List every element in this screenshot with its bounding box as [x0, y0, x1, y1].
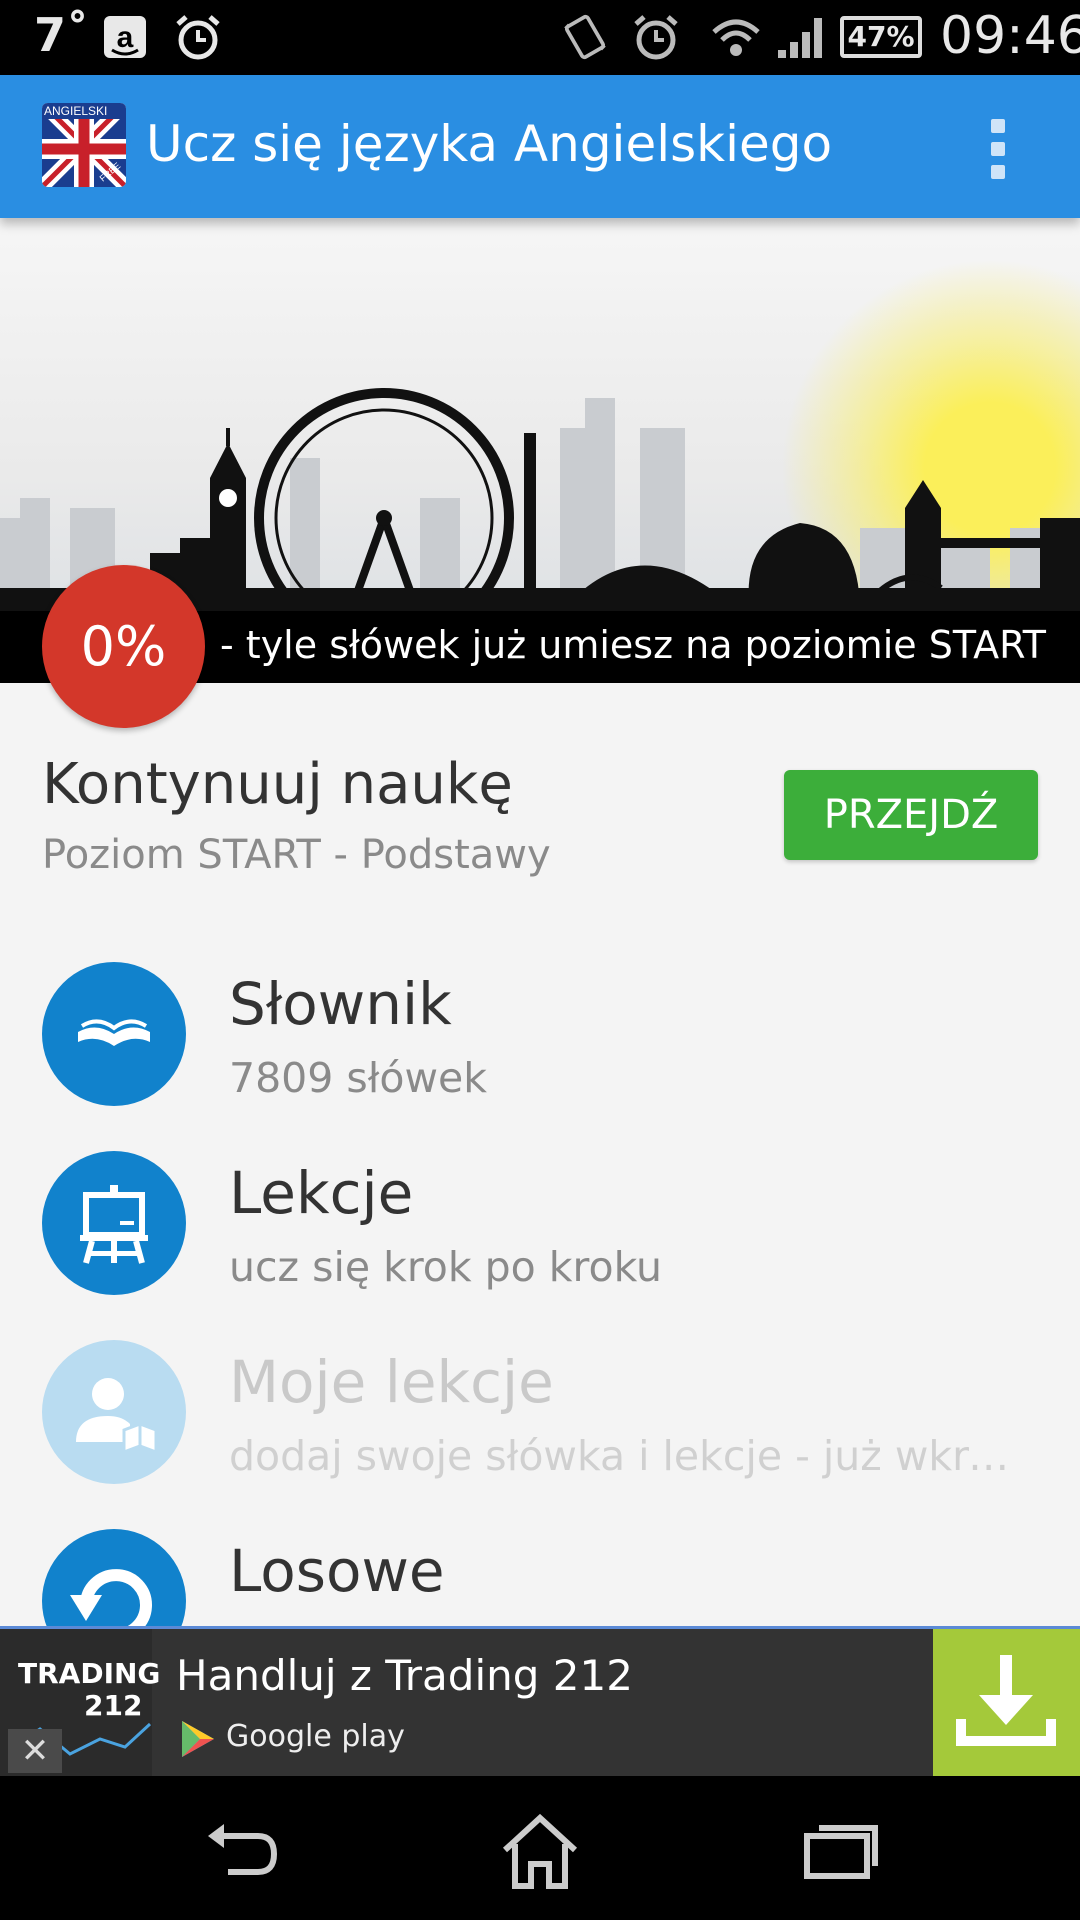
progress-caption: - tyle słówek już umiesz na poziomie STA…	[220, 623, 1046, 667]
progress-percent-badge: 0%	[42, 565, 205, 728]
battery-indicator: 47%	[840, 16, 922, 58]
alarm-icon	[176, 15, 220, 60]
overflow-menu-icon[interactable]	[978, 113, 1018, 185]
book-icon	[42, 962, 186, 1106]
london-skyline-image	[0, 388, 1080, 618]
menu-item-my-lessons: Moje lekcje dodaj swoje słówka i lekcje …	[0, 1340, 1080, 1500]
vibrate-icon	[564, 14, 606, 60]
ad-banner[interactable]: TRADING 212 ✕ Handluj z Trading 212 Goog…	[0, 1626, 1080, 1776]
signal-icon	[778, 18, 822, 58]
menu-item-subtitle: 7809 słówek	[229, 1054, 487, 1102]
continue-subtitle: Poziom START - Podstawy	[42, 832, 551, 878]
menu-item-lessons[interactable]: Lekcje ucz się krok po kroku	[0, 1151, 1080, 1311]
continue-title: Kontynuuj naukę	[42, 752, 513, 817]
easel-icon	[42, 1151, 186, 1295]
google-play-icon	[182, 1721, 214, 1757]
menu-item-subtitle: ucz się krok po kroku	[229, 1243, 663, 1291]
menu-item-dictionary[interactable]: Słownik 7809 słówek	[0, 962, 1080, 1122]
clock: 09:46	[940, 6, 1080, 66]
temperature: 7˚	[34, 8, 90, 62]
app-logo-text: ANGIELSKI	[44, 104, 108, 118]
ad-title: Handluj z Trading 212	[176, 1651, 633, 1700]
status-bar: 7˚ a 47% 09:46	[0, 0, 1080, 75]
svg-text:a: a	[117, 21, 134, 54]
close-icon[interactable]: ✕	[8, 1729, 62, 1773]
alarm-icon	[634, 15, 678, 60]
menu-item-title: Słownik	[229, 970, 452, 1038]
back-icon[interactable]	[198, 1806, 288, 1896]
menu-item-title: Lekcje	[229, 1159, 414, 1227]
user-book-icon	[42, 1340, 186, 1484]
app-logo: ANGIELSKI FREE	[42, 103, 126, 187]
app-bar: ANGIELSKI FREE Ucz się języka Angielskie…	[0, 75, 1080, 218]
menu-item-title: Moje lekcje	[229, 1348, 554, 1416]
home-icon[interactable]	[495, 1806, 585, 1896]
amazon-icon: a	[104, 16, 146, 58]
navigation-bar	[0, 1776, 1080, 1920]
wifi-icon	[712, 19, 760, 56]
app-title: Ucz się języka Angielskiego	[146, 115, 833, 173]
recents-icon[interactable]	[795, 1806, 885, 1896]
menu-item-title: Losowe	[229, 1537, 445, 1605]
continue-button[interactable]: PRZEJDŹ	[784, 770, 1038, 860]
google-play-badge: Google play	[176, 1717, 405, 1761]
store-label: Google play	[226, 1719, 405, 1754]
download-icon[interactable]	[933, 1629, 1080, 1776]
menu-item-subtitle: dodaj swoje słówka i lekcje - już wkrótc…	[229, 1432, 1029, 1480]
